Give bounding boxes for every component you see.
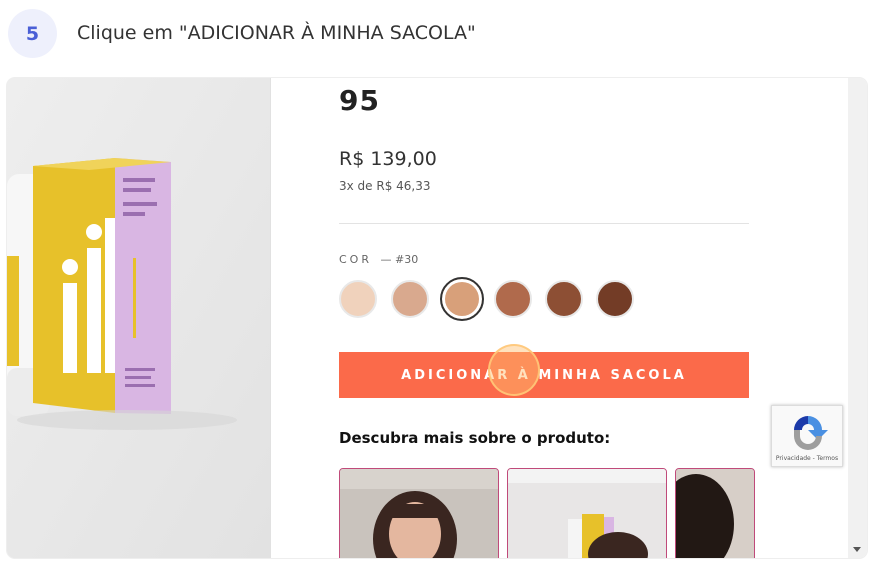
swatch-3-selected[interactable] — [440, 277, 484, 321]
add-to-bag-button[interactable]: ADICIONAR À MINHA SACOLA — [339, 352, 749, 398]
recaptcha-badge[interactable]: Privacidade - Termos — [771, 405, 843, 467]
product-image — [7, 78, 270, 558]
product-image-panel — [7, 78, 271, 558]
color-label: COR — #30 — [339, 253, 418, 266]
product-details: 95 R$ 139,00 3x de R$ 46,33 COR — #30 AD… — [272, 78, 848, 558]
swatch-6[interactable] — [596, 280, 634, 318]
step-number-badge: 5 — [8, 9, 57, 58]
step-header: 5 Clique em "ADICIONAR À MINHA SACOLA" — [0, 0, 872, 72]
color-swatches — [339, 277, 639, 321]
video-thumbnail-2[interactable] — [507, 468, 667, 558]
color-value: — #30 — [380, 253, 419, 266]
product-title: 95 — [339, 84, 380, 117]
video-thumbnail-1[interactable] — [339, 468, 499, 558]
video-thumbnail-3[interactable] — [675, 468, 755, 558]
scroll-down-arrow-icon[interactable] — [853, 547, 861, 552]
step-instruction: Clique em "ADICIONAR À MINHA SACOLA" — [77, 22, 476, 44]
divider — [339, 223, 749, 224]
installments-text: 3x de R$ 46,33 — [339, 179, 431, 193]
click-indicator — [488, 344, 540, 396]
color-label-text: COR — [339, 253, 372, 266]
swatch-4[interactable] — [494, 280, 532, 318]
swatch-5[interactable] — [545, 280, 583, 318]
product-price: R$ 139,00 — [339, 148, 437, 170]
swatch-1[interactable] — [339, 280, 377, 318]
discover-heading: Descubra mais sobre o produto: — [339, 429, 611, 447]
recaptcha-footer[interactable]: Privacidade - Termos — [772, 455, 842, 462]
screenshot-frame: 95 R$ 139,00 3x de R$ 46,33 COR — #30 AD… — [7, 78, 867, 558]
swatch-2[interactable] — [391, 280, 429, 318]
scrollbar[interactable] — [848, 78, 867, 558]
